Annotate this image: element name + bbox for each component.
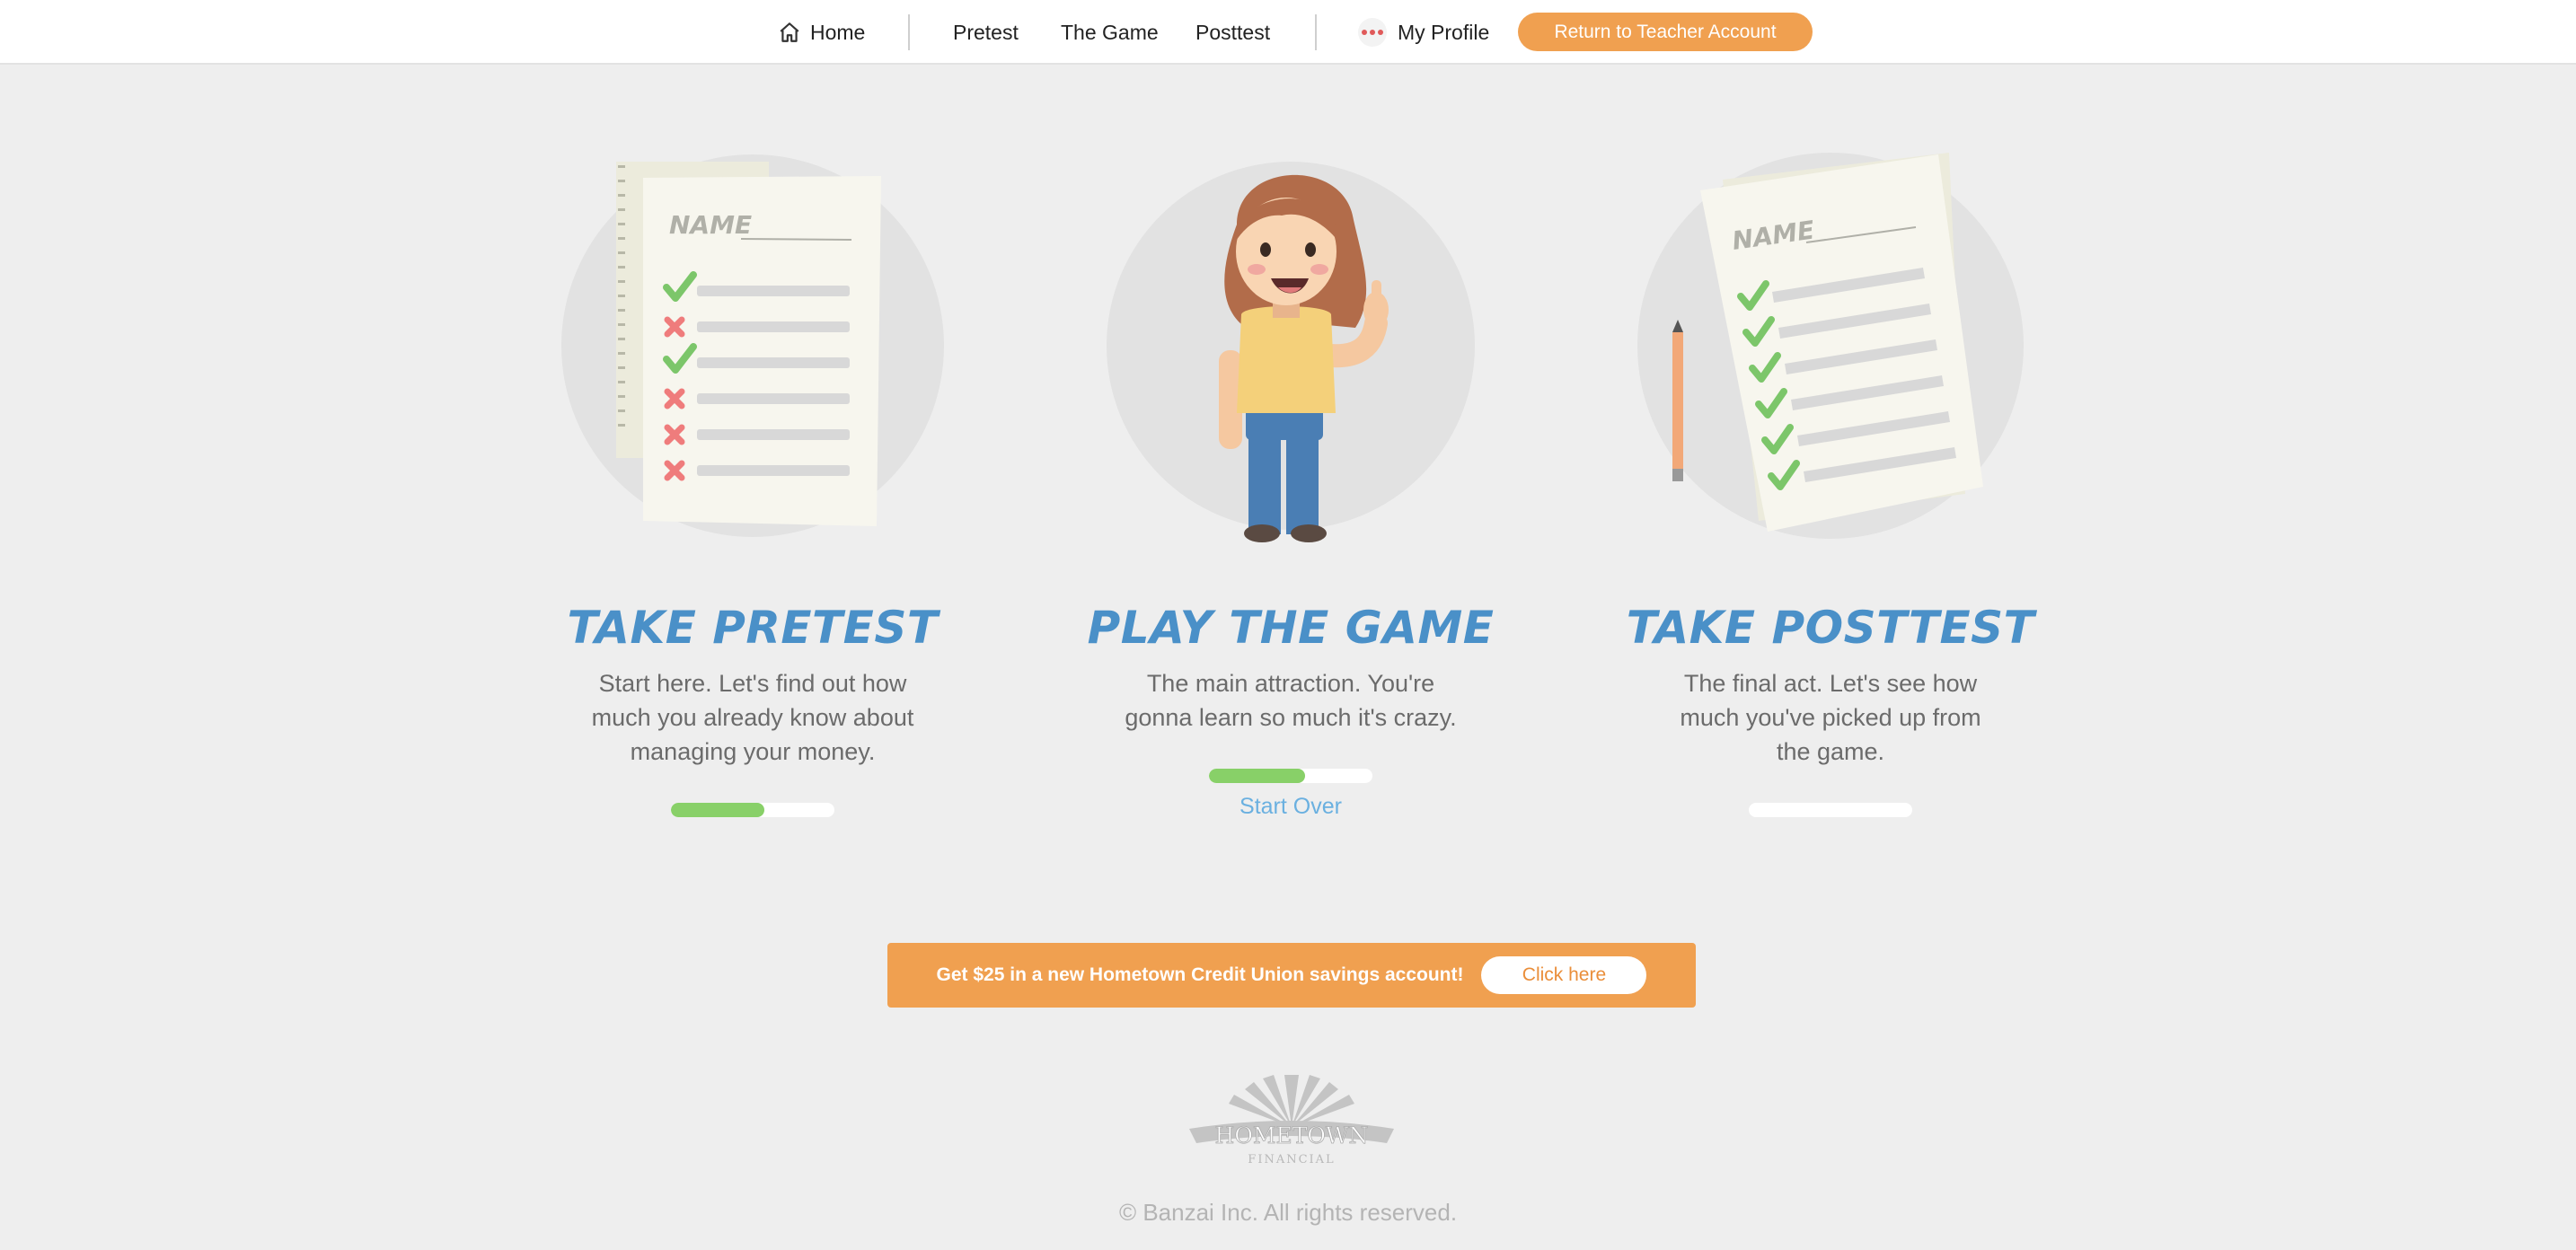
copyright-text: © Banzai Inc. All rights reserved. (1118, 1199, 1458, 1226)
game-progress-bar (1209, 769, 1372, 783)
return-to-teacher-button[interactable]: Return to Teacher Account (1518, 13, 1813, 51)
svg-text:HOMETOWN: HOMETOWN (1215, 1122, 1369, 1149)
pretest-progress-bar (671, 803, 834, 817)
pretest-card: NAME TAKE PRETEST Start here. Let's find… (528, 144, 977, 817)
nav-profile-link[interactable]: My Profile (1358, 16, 1489, 48)
svg-text:FINANCIAL: FINANCIAL (1248, 1153, 1335, 1166)
posttest-sheet-icon: NAME (1637, 153, 2024, 539)
pretest-progress-fill (671, 803, 764, 817)
svg-text:NAME: NAME (669, 210, 752, 240)
game-card: PLAY THE GAME The main attraction. You'r… (1066, 144, 1515, 820)
top-navigation: Home Pretest The Game Posttest My Profil… (0, 0, 2576, 65)
pretest-sheet-icon: NAME (561, 154, 944, 537)
avatar (1358, 18, 1387, 47)
posttest-progress-bar (1749, 803, 1912, 817)
pretest-illustration[interactable]: NAME (528, 144, 977, 548)
game-character (1107, 162, 1475, 542)
game-title[interactable]: PLAY THE GAME (1066, 602, 1515, 654)
posttest-illustration[interactable]: NAME (1606, 144, 2055, 548)
hometown-financial-logo: HOMETOWN FINANCIAL (1189, 1075, 1394, 1166)
nav-posttest-link[interactable]: Posttest (1195, 16, 1270, 48)
game-illustration[interactable] (1066, 144, 1515, 548)
nav-divider (908, 14, 910, 50)
nav-home-link[interactable]: Home (778, 16, 865, 48)
nav-home-label: Home (810, 21, 866, 44)
pretest-title[interactable]: TAKE PRETEST (528, 602, 977, 654)
promo-banner: Get $25 in a new Hometown Credit Union s… (887, 943, 1696, 1008)
start-over-link[interactable]: Start Over (1066, 794, 1515, 820)
nav-divider (1315, 14, 1317, 50)
promo-text: Get $25 in a new Hometown Credit Union s… (936, 964, 1464, 985)
nav-pretest-link[interactable]: Pretest (953, 16, 1019, 48)
game-progress-fill (1209, 769, 1306, 783)
nav-profile-label: My Profile (1398, 21, 1490, 44)
posttest-description: The final act. Let's see how much you've… (1680, 670, 1981, 765)
home-icon (780, 22, 799, 42)
promo-click-here-button[interactable]: Click here (1481, 956, 1647, 994)
pretest-description: Start here. Let's find out how much you … (591, 670, 914, 765)
nav-game-link[interactable]: The Game (1061, 16, 1159, 48)
posttest-card: NAME TAKE POSTTEST The final act. Let's … (1606, 144, 2055, 817)
game-description: The main attraction. You're gonna learn … (1125, 670, 1457, 731)
promo-amount: $25 (973, 964, 1005, 985)
posttest-title[interactable]: TAKE POSTTEST (1606, 602, 2055, 654)
